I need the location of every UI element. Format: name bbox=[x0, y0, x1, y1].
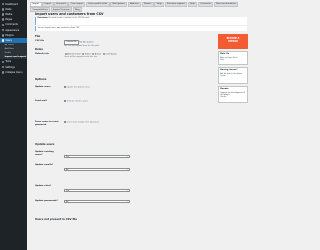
dashboard-icon bbox=[1, 2, 5, 6]
notice-bold-text: Username bbox=[37, 17, 48, 20]
collapse-icon bbox=[1, 71, 5, 74]
users-not-present-heading: Users not present in CSV file bbox=[35, 218, 78, 221]
force-reset-description: Users must change their password. bbox=[66, 121, 100, 124]
appearance-icon bbox=[1, 28, 5, 32]
file-status: No file chosen bbox=[79, 40, 94, 43]
rate-us-title: Rate Us bbox=[220, 53, 230, 56]
sidebar-item-label: Users bbox=[5, 38, 12, 42]
sidebar-item-label: Posts bbox=[5, 7, 12, 11]
choose-file-button[interactable]: Choose File bbox=[64, 39, 79, 45]
update-emails-label: Update emails? bbox=[35, 164, 54, 166]
having-issues-box: Having issues? Ask for help in the forum… bbox=[218, 67, 248, 84]
submenu-item-import-export[interactable]: Import and export users and customers bbox=[0, 55, 27, 59]
file-section-heading: File bbox=[35, 35, 41, 38]
update-existing-select[interactable]: Yes ⌄ bbox=[64, 155, 130, 158]
notice-text: You can import users and customers from … bbox=[37, 27, 80, 30]
sidebar-item-label: Plugins bbox=[5, 33, 14, 37]
sidebar-item-label: Appearance bbox=[5, 28, 20, 32]
users-submenu: All Users Add New Profile Import and exp… bbox=[0, 43, 27, 60]
tab-mail-options[interactable]: Mail options bbox=[110, 1, 128, 7]
admin-sidebar: Dashboard Posts Media Pages Comments App… bbox=[0, 0, 27, 250]
force-reset-field: Users must change their password. bbox=[64, 121, 99, 124]
send-mail-description: Send an email to users. bbox=[66, 100, 89, 103]
sidebar-item-label: Settings bbox=[5, 65, 15, 69]
media-icon bbox=[1, 13, 5, 16]
sidebar-item-label: Media bbox=[5, 12, 13, 16]
send-mail-label: Send mail bbox=[35, 100, 47, 102]
roles-section-heading: Roles bbox=[35, 48, 43, 51]
tab-frontend[interactable]: Frontend bbox=[54, 1, 68, 7]
update-roles-select[interactable]: Yes ⌄ bbox=[64, 189, 130, 192]
tools-icon bbox=[1, 60, 5, 64]
role-options: Administrator Editor Author Contributor … bbox=[64, 53, 117, 59]
update-users-label: Update users bbox=[35, 86, 51, 88]
info-notice-secondary: You can import users and customers from … bbox=[35, 26, 247, 32]
tab-shop[interactable]: Shop bbox=[154, 1, 165, 7]
update-roles-label: Update roles? bbox=[35, 185, 52, 187]
select-value: No bbox=[65, 201, 69, 204]
sidebar-item-label: Dashboard bbox=[5, 2, 18, 6]
donate-title: Donate bbox=[220, 88, 229, 91]
rate-link[interactable]: Rate bbox=[220, 59, 246, 61]
update-users-description: Update the data of users. bbox=[66, 86, 91, 89]
force-reset-label: Force users to reset password bbox=[35, 121, 59, 126]
default-role-label: Default role bbox=[35, 53, 49, 55]
update-users-section-heading: Update users bbox=[35, 143, 55, 146]
chevron-down-icon: ⌄ bbox=[126, 156, 128, 159]
tab-donate[interactable]: Donate bbox=[141, 1, 154, 7]
pages-icon bbox=[1, 18, 5, 21]
csv-file-label: CSV file bbox=[35, 40, 45, 42]
info-notice: Username You must create a column in the… bbox=[35, 16, 247, 25]
sidebar-item-label: Tools bbox=[5, 60, 12, 64]
page-title: Import users and customers from CSV bbox=[35, 12, 104, 16]
update-passwords-select[interactable]: No ⌄ bbox=[64, 200, 130, 203]
update-existing-label: Update existing users? bbox=[35, 151, 54, 156]
donate-box: Donate Support the development of this p… bbox=[218, 86, 248, 103]
comments-icon bbox=[1, 23, 5, 27]
promo-line: PATRON bbox=[228, 40, 238, 44]
settings-icon bbox=[1, 65, 5, 69]
update-users-field: Update the data of users. bbox=[64, 86, 90, 89]
sidebar-item-label: Pages bbox=[5, 18, 13, 22]
tab-export[interactable]: Export bbox=[42, 1, 54, 7]
tab-cron-import[interactable]: Cron import bbox=[68, 1, 86, 7]
tab-premium-support[interactable]: Premium support bbox=[164, 1, 188, 7]
csv-file-description: You can also upload from the file path. bbox=[64, 44, 100, 47]
roles-description: Users will be imported with this role. bbox=[64, 56, 98, 59]
chevron-down-icon: ⌄ bbox=[126, 169, 128, 172]
collapse-menu-button[interactable]: Collapse menu bbox=[0, 70, 27, 75]
posts-icon bbox=[1, 7, 5, 11]
plugins-icon bbox=[1, 33, 5, 37]
chevron-down-icon: ⌄ bbox=[126, 201, 128, 204]
users-icon bbox=[1, 39, 5, 42]
role-option-label: Contributor bbox=[105, 53, 117, 56]
having-issues-title: Having issues? bbox=[220, 69, 238, 72]
select-value: Yes bbox=[65, 156, 69, 159]
tab-new-functionalities[interactable]: New functionalities bbox=[213, 1, 239, 7]
options-section-heading: Options bbox=[35, 78, 47, 81]
sidebar-item-label: Comments bbox=[5, 23, 18, 27]
notice-text: You must create a column in the CSV file… bbox=[48, 17, 91, 20]
chevron-down-icon: ⌄ bbox=[126, 190, 128, 193]
forum-link[interactable]: Forum bbox=[220, 75, 246, 77]
tab-customize[interactable]: Customize bbox=[197, 1, 214, 7]
collapse-label: Collapse menu bbox=[5, 70, 23, 74]
rate-us-box: Rate Us Rate us if you like it. Rate bbox=[218, 51, 248, 65]
send-mail-field: Send an email to users. bbox=[64, 100, 88, 103]
plugin-tabs: Import Export Frontend Cron import Extra… bbox=[30, 1, 250, 13]
tab-help[interactable]: Help bbox=[187, 1, 198, 7]
select-value: No bbox=[65, 169, 69, 172]
tab-import[interactable]: Import bbox=[30, 1, 42, 7]
main-content: Import Export Frontend Cron import Extra… bbox=[30, 0, 250, 250]
update-passwords-label: Update passwords? bbox=[35, 200, 58, 202]
tab-extra-profile-fields[interactable]: Extra profile fields bbox=[86, 1, 110, 7]
donate-link[interactable]: Donate bbox=[220, 96, 246, 98]
become-patron-banner[interactable]: BECOME A PATRON bbox=[218, 34, 248, 49]
csv-file-field: Choose File No file chosen You can also … bbox=[64, 39, 100, 48]
tab-add-ons[interactable]: Add-ons bbox=[127, 1, 141, 7]
select-value: Yes bbox=[65, 190, 69, 193]
update-emails-select[interactable]: No ⌄ bbox=[64, 168, 130, 171]
